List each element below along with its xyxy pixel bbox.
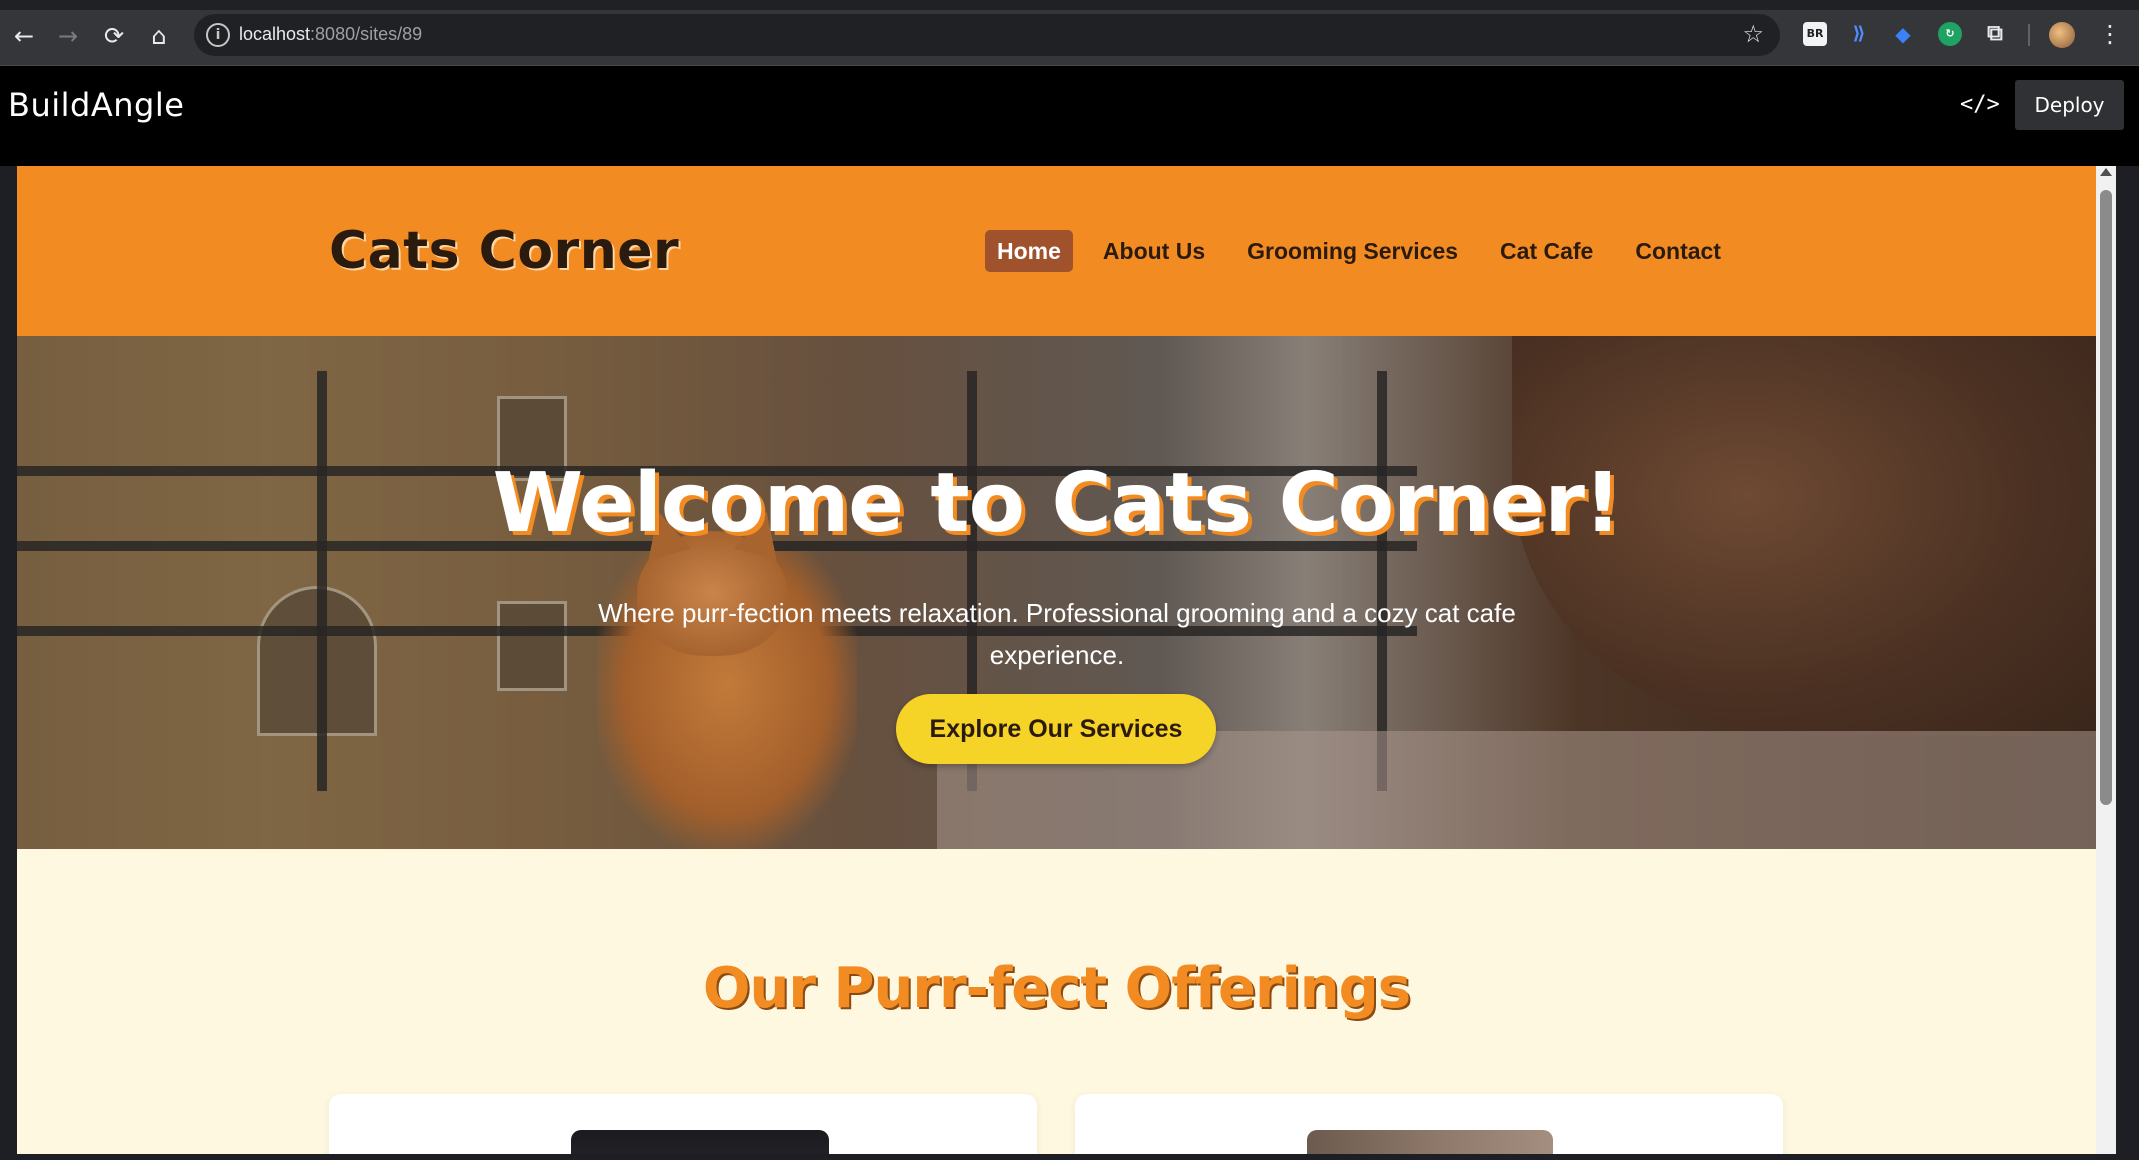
site-preview-frame: Cats Corner Home About Us Grooming Servi… (17, 166, 2096, 1154)
offering-card-image (571, 1130, 829, 1154)
browser-menu-icon[interactable]: ⋮ (2098, 20, 2122, 48)
hero-title: Welcome to Cats Corner! (492, 456, 1622, 551)
browser-toolbar: ← → ⟳ ⌂ i localhost:8080/sites/89 ☆ BR ⟫… (0, 0, 2139, 66)
deploy-button[interactable]: Deploy (2015, 80, 2124, 130)
profile-avatar[interactable] (2049, 22, 2075, 48)
hero-content: Welcome to Cats Corner! Where purr-fecti… (17, 336, 2096, 849)
offerings-title: Our Purr-fect Offerings (702, 956, 1411, 1021)
forward-icon[interactable]: → (52, 20, 84, 52)
app-logo: BuildAngle (8, 86, 185, 124)
scroll-up-arrow-icon[interactable] (2100, 168, 2112, 176)
home-icon[interactable]: ⌂ (143, 20, 175, 52)
toolbar-divider (2028, 24, 2030, 46)
site-title[interactable]: Cats Corner (329, 221, 679, 281)
url-path: :8080/sites/89 (310, 24, 423, 44)
hero-subtitle: Where purr-fection meets relaxation. Pro… (598, 598, 1516, 670)
preview-scrollbar[interactable] (2096, 166, 2116, 1154)
extension-gem-icon[interactable]: ◆ (1891, 22, 1915, 46)
url-text[interactable]: localhost:8080/sites/89 (239, 24, 422, 45)
offering-card[interactable] (329, 1094, 1037, 1154)
url-host: localhost (239, 24, 311, 44)
nav-item-contact[interactable]: Contact (1623, 230, 1733, 272)
nav-item-cat-cafe[interactable]: Cat Cafe (1488, 230, 1605, 272)
extension-green-icon[interactable]: ↻ (1938, 22, 1962, 46)
offering-card[interactable] (1075, 1094, 1783, 1154)
reload-icon[interactable]: ⟳ (98, 20, 130, 52)
app-header: BuildAngle </> Deploy (0, 66, 2139, 166)
window-bottom-edge (0, 1154, 2139, 1160)
address-bar[interactable]: i localhost:8080/sites/89 ☆ (194, 14, 1780, 56)
extensions-puzzle-icon[interactable]: ⧉ (1983, 22, 2007, 46)
nav-item-home[interactable]: Home (985, 230, 1073, 272)
extension-br-icon[interactable]: BR (1803, 22, 1827, 46)
scrollbar-thumb[interactable] (2100, 190, 2112, 805)
nav-item-about-us[interactable]: About Us (1091, 230, 1217, 272)
site-header: Cats Corner Home About Us Grooming Servi… (17, 166, 2096, 336)
site-info-icon[interactable]: i (206, 23, 230, 47)
hero-section: Welcome to Cats Corner! Where purr-fecti… (17, 336, 2096, 849)
offering-card-image (1307, 1130, 1553, 1154)
explore-services-button[interactable]: Explore Our Services (896, 694, 1216, 764)
code-view-icon[interactable]: </> (1960, 92, 2000, 117)
bookmark-star-icon[interactable]: ☆ (1742, 20, 1764, 48)
back-icon[interactable]: ← (8, 20, 40, 52)
site-nav: Home About Us Grooming Services Cat Cafe… (985, 230, 1733, 272)
browser-tab-strip (0, 0, 2139, 10)
extension-wave-icon[interactable]: ⟫ (1847, 22, 1871, 46)
nav-item-grooming-services[interactable]: Grooming Services (1235, 230, 1470, 272)
